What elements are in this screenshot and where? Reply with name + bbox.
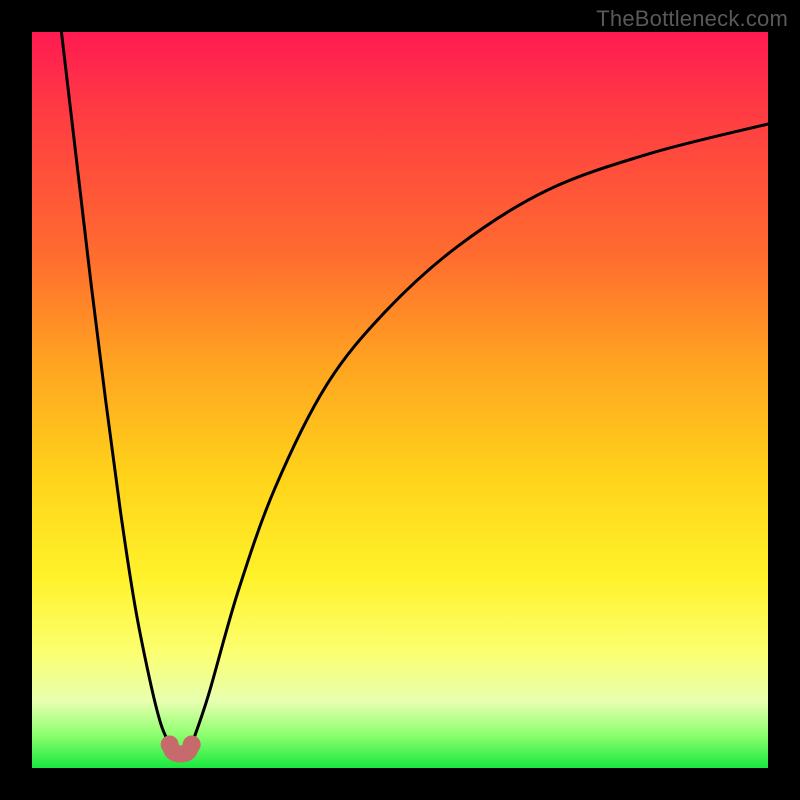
curve-right-branch <box>192 124 768 744</box>
curve-layer <box>32 32 768 768</box>
watermark-text: TheBottleneck.com <box>596 6 788 32</box>
valley-marker-dot <box>161 735 179 753</box>
chart-frame: TheBottleneck.com <box>0 0 800 800</box>
valley-markers <box>161 735 201 754</box>
curve-left-branch <box>61 32 169 744</box>
plot-area <box>32 32 768 768</box>
bottleneck-curve <box>61 32 768 744</box>
valley-marker-dot <box>183 735 201 753</box>
